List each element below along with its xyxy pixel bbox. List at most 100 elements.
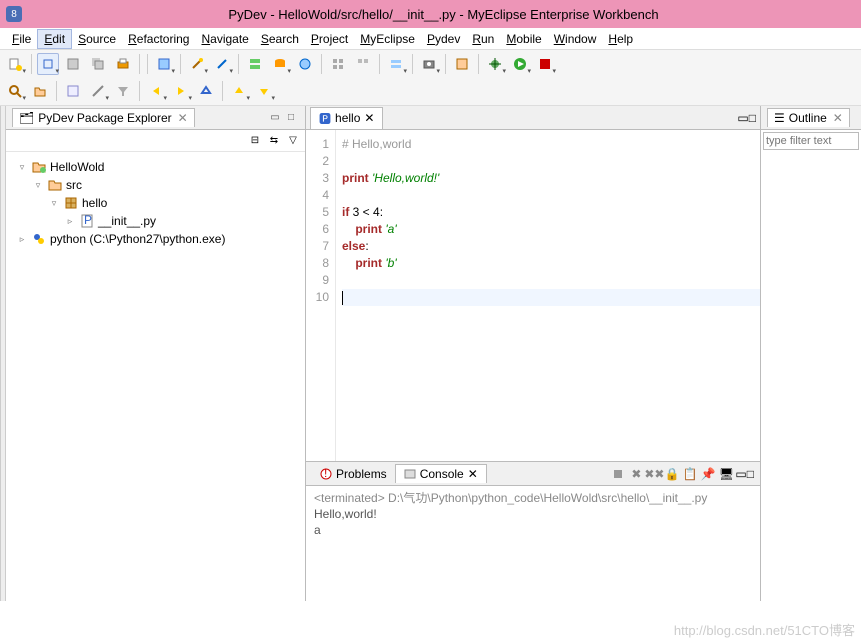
package-folder-icon [47,177,63,193]
folder-icon[interactable] [29,80,51,102]
tree-node[interactable]: ▿HelloWold [10,158,301,176]
print-icon[interactable] [112,53,134,75]
menu-help[interactable]: Help [602,30,639,48]
display-icon[interactable]: 🖥 [717,465,735,483]
terminate-icon[interactable] [609,465,627,483]
camera-icon[interactable]: ▾ [418,53,440,75]
tab-problems[interactable]: !Problems [312,464,395,483]
back-icon[interactable]: ▾ [145,80,167,102]
tree-label: __init__.py [98,214,156,228]
editor-tab-label: hello [335,111,360,125]
editor-tab-hello[interactable]: 🅿 hello ✕ [310,107,383,129]
tab-console[interactable]: Console✕ [395,464,487,483]
bottom-max-icon[interactable]: □ [747,467,754,481]
close-icon[interactable]: ✕ [178,111,188,125]
maximize-icon[interactable]: □ [284,111,298,125]
editor-max-icon[interactable]: □ [749,111,756,125]
search-icon[interactable]: ▾ [4,80,26,102]
code-content[interactable]: # Hello,worldprint 'Hello,world!'if 3 < … [336,130,760,461]
close-icon[interactable]: ✕ [468,467,478,481]
editor-min-icon[interactable]: ▭ [737,111,748,125]
db-icon[interactable]: ▾ [269,53,291,75]
remove-launch-icon[interactable]: ✖ [627,465,645,483]
console-header: <terminated> D:\气功\Python\python_code\He… [314,490,752,506]
ext-tools-icon[interactable]: ▾ [534,53,556,75]
next-ann-icon[interactable]: ▾ [253,80,275,102]
package-explorer-label: PyDev Package Explorer [38,111,171,125]
link-editor-icon[interactable]: ⇆ [266,133,282,149]
tree-icon: 🗂 [19,111,34,125]
package-icon [63,195,79,211]
menu-pydev[interactable]: Pydev [421,30,466,48]
tree-label: src [66,178,82,192]
tree-node[interactable]: ▹P__init__.py [10,212,301,230]
package-explorer: 🗂 PyDev Package Explorer ✕ ▭ □ ⊟ ⇆ ▽ ▿He… [6,106,306,601]
server-icon[interactable] [244,53,266,75]
tool-icon[interactable]: ▾ [87,80,109,102]
debug-icon[interactable]: ▾ [484,53,506,75]
menu-source[interactable]: Source [72,30,122,48]
svg-text:P: P [84,214,92,227]
svg-text:!: ! [324,468,327,480]
minimize-icon[interactable]: ▭ [268,111,282,125]
menu-edit[interactable]: Edit [37,29,72,49]
stack-icon[interactable]: ▾ [385,53,407,75]
remove-all-icon[interactable]: ✖✖ [645,465,663,483]
nav-icon[interactable] [62,80,84,102]
outline-label: Outline [789,111,827,125]
link-icon[interactable]: ▾ [37,53,59,75]
close-icon[interactable]: ✕ [364,111,374,125]
tree-node[interactable]: ▹python (C:\Python27\python.exe) [10,230,301,248]
scroll-lock-icon[interactable]: 🔒 [663,465,681,483]
tree-node[interactable]: ▿hello [10,194,301,212]
toolbar: ▾ ▾ ▾ ▾ ▾ ▾ ▾ ▾ ▾ ▾ ▾ ▾ ▾ ▾ [0,50,861,106]
package-explorer-tab[interactable]: 🗂 PyDev Package Explorer ✕ [12,108,195,127]
run-icon[interactable]: ▾ [509,53,531,75]
title-bar: 8 PyDev - HelloWold/src/hello/__init__.p… [0,0,861,28]
outline-icon: ☰ [774,111,785,125]
menu-search[interactable]: Search [255,30,305,48]
bottom-panel: !ProblemsConsole✕ ✖ ✖✖ 🔒 📋 📌 🖥 ▭ □ <term… [306,461,760,601]
wand2-icon[interactable]: ▾ [211,53,233,75]
grid2-icon[interactable] [352,53,374,75]
prev-ann-icon[interactable]: ▾ [228,80,250,102]
grid1-icon[interactable] [327,53,349,75]
tree-node[interactable]: ▿src [10,176,301,194]
globe-icon[interactable] [294,53,316,75]
menu-refactoring[interactable]: Refactoring [122,30,195,48]
tree-label: python (C:\Python27\python.exe) [50,232,225,246]
menu-mobile[interactable]: Mobile [500,30,547,48]
pin-icon[interactable]: 📌 [699,465,717,483]
save-all-icon[interactable] [87,53,109,75]
close-icon[interactable]: ✕ [833,111,843,125]
watermark-text: http://blog.csdn.net/51CTO博客 [674,620,855,639]
python-icon [31,231,47,247]
outline-filter-input[interactable] [763,132,859,150]
collapse-icon[interactable]: ⊟ [247,133,263,149]
console-output: Hello,world! [314,506,752,522]
module-icon[interactable] [451,53,473,75]
new-icon[interactable]: ▾ [4,53,26,75]
wand-icon[interactable]: ▾ [186,53,208,75]
outline-view: ☰ Outline ✕ [761,106,861,601]
outline-tab[interactable]: ☰ Outline ✕ [767,108,850,127]
menu-navigate[interactable]: Navigate [195,30,254,48]
forward-icon[interactable]: ▾ [170,80,192,102]
window-title: PyDev - HelloWold/src/hello/__init__.py … [32,7,855,22]
save-icon[interactable] [62,53,84,75]
menu-file[interactable]: File [6,30,37,48]
project-tree[interactable]: ▿HelloWold▿src▿hello▹P__init__.py▹python… [6,152,305,601]
menu-project[interactable]: Project [305,30,354,48]
filter-icon[interactable] [112,80,134,102]
tree-label: HelloWold [50,160,104,174]
menu-run[interactable]: Run [466,30,500,48]
menu-myeclipse[interactable]: MyEclipse [354,30,421,48]
up-icon[interactable] [195,80,217,102]
menu-window[interactable]: Window [548,30,603,48]
book-icon[interactable]: ▾ [153,53,175,75]
code-editor[interactable]: 12345678910 # Hello,worldprint 'Hello,wo… [306,130,760,461]
bottom-min-icon[interactable]: ▭ [735,467,746,481]
view-menu-icon[interactable]: ▽ [285,133,301,149]
clear-icon[interactable]: 📋 [681,465,699,483]
console-body[interactable]: <terminated> D:\气功\Python\python_code\He… [306,486,760,601]
